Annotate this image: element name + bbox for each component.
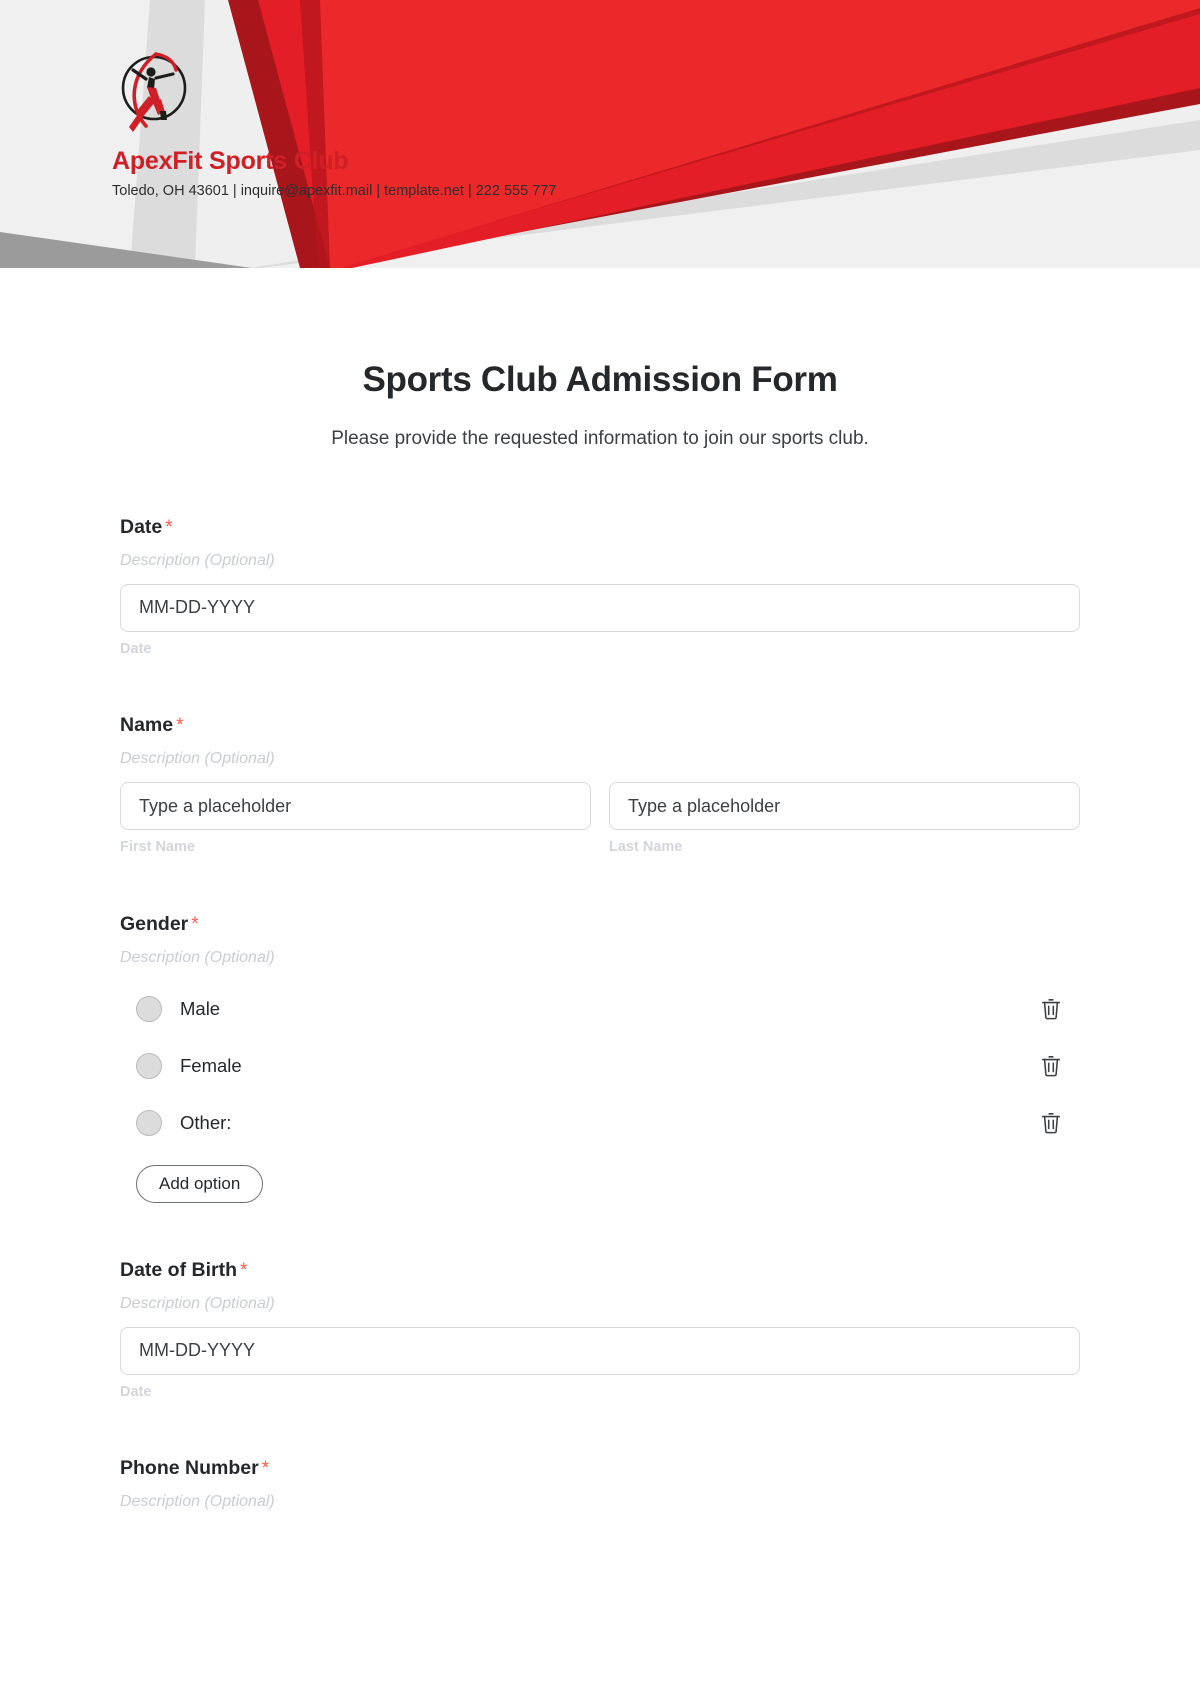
last-name-placeholder: Type a placeholder xyxy=(628,795,781,816)
last-name-input[interactable]: Type a placeholder xyxy=(609,782,1080,831)
field-group-date-of-birth: Date of Birth * Description (Optional) MM… xyxy=(120,1259,1080,1401)
required-asterisk: * xyxy=(176,715,184,737)
brand-block: ApexFit Sports Club Toledo, OH 43601 | i… xyxy=(112,48,556,200)
field-label-text: Name xyxy=(120,714,174,737)
required-asterisk: * xyxy=(261,1458,270,1480)
brand-contact-line: Toledo, OH 43601 | inquire@apexfit.mail … xyxy=(112,182,557,199)
date-input[interactable]: MM-DD-YYYY xyxy=(120,583,1080,632)
date-sub-label: Date xyxy=(120,640,152,657)
page-header: ApexFit Sports Club Toledo, OH 43601 | i… xyxy=(0,0,1200,268)
gender-option-row[interactable]: Other: xyxy=(120,1103,1080,1143)
field-description-date: Description (Optional) xyxy=(120,551,275,569)
gender-option-label: Female xyxy=(180,1054,242,1076)
field-label-phone-number: Phone Number * xyxy=(120,1457,1080,1481)
trash-icon[interactable] xyxy=(1038,995,1064,1023)
required-asterisk: * xyxy=(191,913,199,935)
gender-option-row[interactable]: Male xyxy=(120,989,1080,1029)
trash-icon[interactable] xyxy=(1038,1052,1064,1080)
field-description-name: Description (Optional) xyxy=(120,750,275,768)
field-description-date-of-birth: Description (Optional) xyxy=(120,1294,275,1312)
page-subtitle: Please provide the requested information… xyxy=(331,428,869,449)
gender-option-label: Male xyxy=(180,997,221,1019)
field-label-text: Phone Number xyxy=(120,1457,259,1480)
add-option-button[interactable]: Add option xyxy=(136,1164,264,1203)
gender-option-row[interactable]: Female xyxy=(120,1046,1080,1086)
required-asterisk: * xyxy=(240,1259,248,1281)
field-group-phone-number: Phone Number * Description (Optional) xyxy=(120,1457,1080,1511)
trash-icon[interactable] xyxy=(1038,1109,1064,1137)
first-name-column: Type a placeholder First Name xyxy=(120,768,591,856)
form-body: Sports Club Admission Form Please provid… xyxy=(0,268,1200,1511)
field-label-text: Date xyxy=(120,516,163,538)
last-name-column: Type a placeholder Last Name xyxy=(609,768,1080,856)
field-group-gender: Gender * Description (Optional) Male Fem… xyxy=(120,913,1080,1203)
gender-option-label: Other: xyxy=(180,1111,232,1133)
last-name-sub-label: Last Name xyxy=(609,839,683,856)
radio-button-other[interactable] xyxy=(136,1109,162,1136)
page-title: Sports Club Admission Form xyxy=(362,360,838,399)
field-label-gender: Gender * xyxy=(120,913,1080,937)
running-athlete-logo-icon xyxy=(121,52,187,132)
field-label-name: Name * xyxy=(120,714,1080,738)
brand-name: ApexFit Sports Club xyxy=(112,147,349,175)
field-group-name: Name * Description (Optional) Type a plac… xyxy=(120,714,1080,856)
field-label-date-of-birth: Date of Birth * xyxy=(120,1259,1080,1283)
date-of-birth-input[interactable]: MM-DD-YYYY xyxy=(120,1326,1080,1375)
field-label-text: Date of Birth xyxy=(120,1258,237,1281)
first-name-sub-label: First Name xyxy=(120,839,195,856)
first-name-placeholder: Type a placeholder xyxy=(139,795,292,816)
field-description-phone-number: Description (Optional) xyxy=(120,1492,275,1510)
field-label-text: Gender xyxy=(120,912,189,935)
date-of-birth-sub-label: Date xyxy=(120,1383,152,1400)
date-of-birth-placeholder: MM-DD-YYYY xyxy=(139,1340,255,1361)
radio-button-male[interactable] xyxy=(136,995,162,1022)
radio-button-female[interactable] xyxy=(136,1052,162,1079)
required-asterisk: * xyxy=(165,517,173,538)
field-description-gender: Description (Optional) xyxy=(120,948,275,966)
field-group-date: Date * Description (Optional) MM-DD-YYYY … xyxy=(120,516,1080,658)
date-input-placeholder: MM-DD-YYYY xyxy=(139,597,255,618)
first-name-input[interactable]: Type a placeholder xyxy=(120,782,591,831)
field-label-date: Date * xyxy=(120,516,1080,540)
